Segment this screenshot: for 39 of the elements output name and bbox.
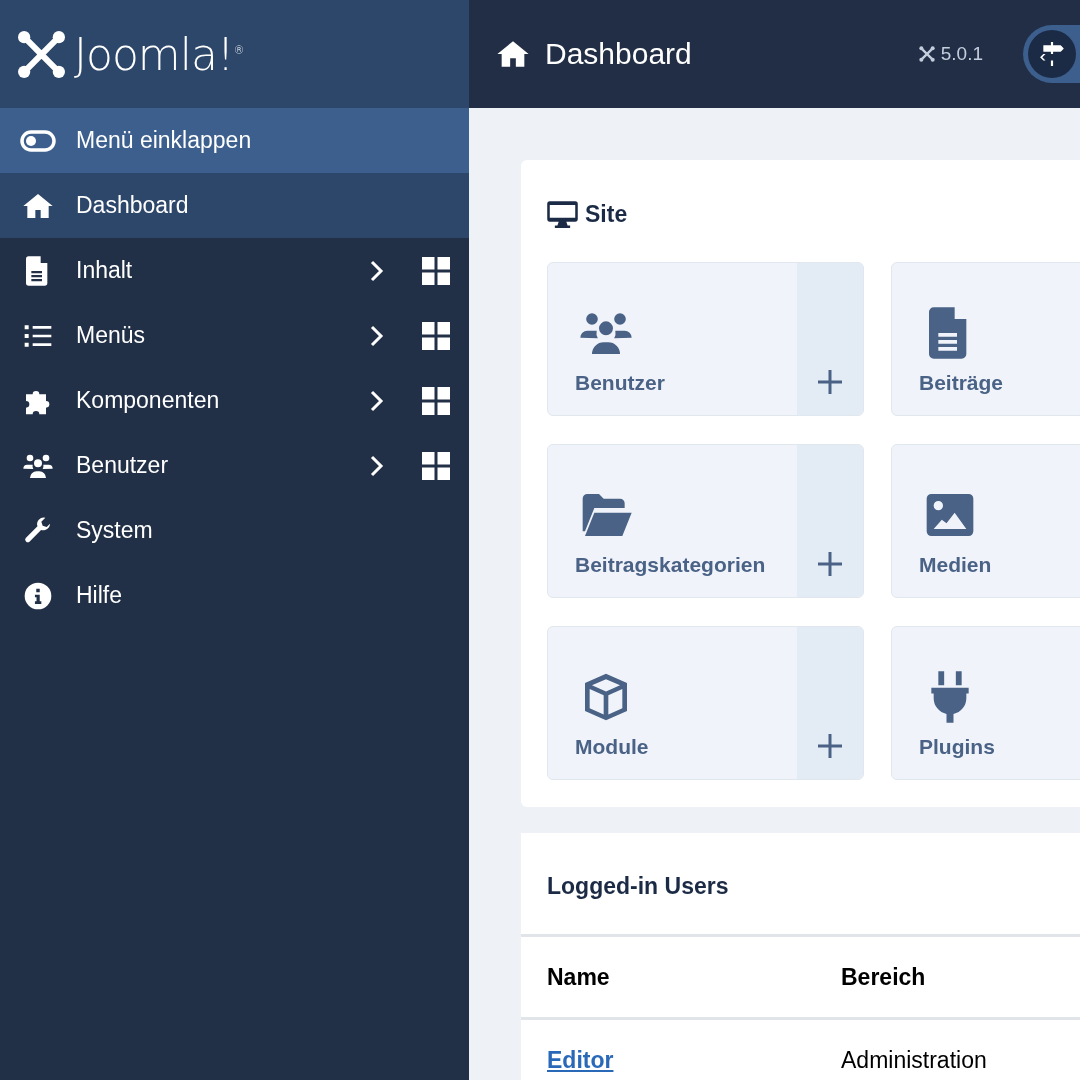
plus-icon [817,733,843,759]
plus-icon [817,369,843,395]
sidebar-item[interactable]: Komponenten [0,368,469,433]
logo-wordmark[interactable]: Joomla!$^{®}$ [74,28,244,80]
plus-icon [817,551,843,577]
quick-icon-tile[interactable]: Beiträge [891,262,1080,416]
column-header: Bereich [841,963,927,991]
dashboard-grid-icon[interactable] [422,321,450,350]
monitor-icon [547,200,578,228]
joomla-logo-icon [918,46,935,62]
quick-icon-tile[interactable]: Medien [891,444,1080,598]
quick-icon-tile[interactable]: Benutzer [547,262,864,416]
chevron-icon[interactable] [370,454,384,477]
collapse-menu-item[interactable]: Menü einklappen [0,108,469,173]
chevron-icon[interactable] [370,389,384,412]
sidebar-item[interactable]: Dashboard [0,173,469,238]
quick-icon-tile[interactable]: Plugins [891,626,1080,780]
sidebar-item[interactable]: Benutzer [0,433,469,498]
sidebar-item[interactable]: Hilfe [0,563,469,628]
card-title: Site [585,200,628,228]
quick-icon-tile[interactable]: Module [547,626,864,780]
user-link[interactable]: Editor [547,1046,614,1073]
chevron-icon[interactable] [370,259,384,282]
table-cell-text: Administration [841,1046,988,1074]
quick-icon-tile[interactable]: Beitragskategorien [547,444,864,598]
joomla-logo-icon [17,29,66,79]
guided-tour-button[interactable] [1023,25,1080,83]
dashboard-grid-icon[interactable] [422,451,450,480]
version-label: 5.0.1 [940,43,983,65]
card-title: Logged-in Users [521,833,1080,937]
chevron-icon[interactable] [370,324,384,347]
page-title: Dashboard [545,37,692,71]
dashboard-grid-icon[interactable] [422,386,450,415]
signpost-icon [1028,30,1076,78]
sidebar-item[interactable]: Menüs [0,303,469,368]
dashboard-grid-icon[interactable] [422,256,450,285]
sidebar-item[interactable]: Inhalt [0,238,469,303]
sidebar-item[interactable]: System [0,498,469,563]
column-header: Name [547,963,611,991]
